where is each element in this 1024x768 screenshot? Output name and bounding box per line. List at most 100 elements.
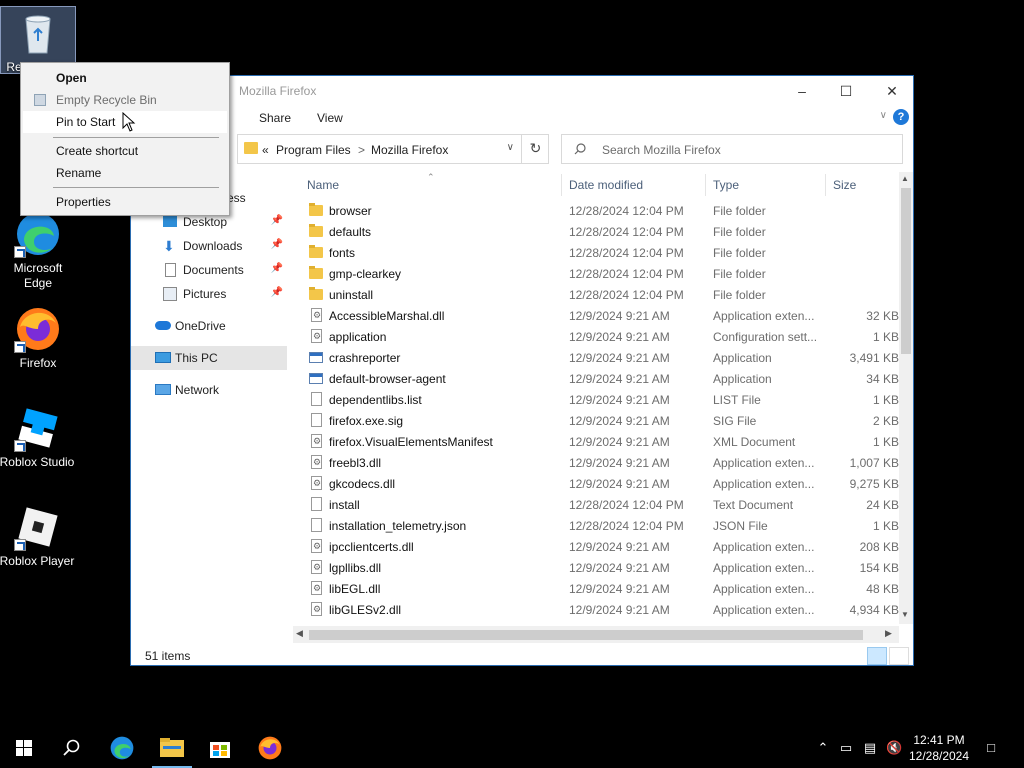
search-input[interactable]: Search Mozilla Firefox — [602, 143, 721, 157]
breadcrumb-mozilla-firefox[interactable]: Mozilla Firefox — [371, 143, 448, 157]
file-row[interactable]: crashreporter 12/9/2024 9:21 AM Applicatio… — [293, 347, 899, 368]
file-row[interactable]: freebl3.dll 12/9/2024 9:21 AM Application … — [293, 452, 899, 473]
file-type: Application exten... — [713, 561, 815, 575]
taskbar-file-explorer[interactable] — [148, 728, 196, 768]
column-header-name[interactable]: Name — [307, 172, 339, 196]
column-header-date[interactable]: Date modified — [569, 172, 643, 196]
file-row[interactable]: firefox.exe.sig 12/9/2024 9:21 AM SIG File… — [293, 410, 899, 431]
taskbar-store[interactable] — [196, 728, 244, 768]
scroll-left-icon[interactable]: ◀ — [296, 628, 303, 639]
file-date: 12/28/2024 12:04 PM — [569, 288, 684, 302]
tab-share[interactable]: Share — [259, 111, 291, 125]
nav-item-label: Downloads — [183, 239, 243, 253]
column-divider[interactable] — [561, 174, 562, 196]
large-icons-view-icon[interactable] — [889, 647, 909, 665]
desktop-icon-roblox-studio[interactable]: Roblox Studio — [0, 404, 76, 470]
start-button[interactable] — [0, 728, 48, 768]
menu-item-label: Empty Recycle Bin — [56, 93, 157, 107]
file-row[interactable]: uninstall 12/28/2024 12:04 PM File folder — [293, 284, 899, 305]
column-header-size[interactable]: Size — [833, 172, 856, 196]
maximize-button[interactable]: ☐ — [823, 76, 869, 106]
file-row[interactable]: dependentlibs.list 12/9/2024 9:21 AM LIST … — [293, 389, 899, 410]
close-button[interactable]: ✕ — [869, 76, 915, 106]
menu-item-create-shortcut[interactable]: Create shortcut — [23, 140, 227, 162]
column-header-type[interactable]: Type — [713, 172, 739, 196]
window-title: Mozilla Firefox — [239, 84, 317, 98]
file-row[interactable]: ipcclientcerts.dll 12/9/2024 9:21 AM Appli… — [293, 536, 899, 557]
file-row[interactable]: lgpllibs.dll 12/9/2024 9:21 AM Application… — [293, 557, 899, 578]
minimize-button[interactable]: – — [779, 76, 825, 106]
details-view-icon[interactable] — [867, 647, 887, 665]
search-icon — [574, 143, 586, 155]
scroll-thumb[interactable] — [309, 630, 863, 640]
show-hidden-icons-icon[interactable]: ⌃ — [815, 740, 831, 756]
file-explorer-window[interactable]: Mozilla Firefox – ☐ ✕ Share View ∨ ? « P… — [130, 75, 914, 666]
file-name: fonts — [329, 246, 356, 260]
search-button[interactable] — [48, 728, 96, 768]
file-row[interactable]: fonts 12/28/2024 12:04 PM File folder — [293, 242, 899, 263]
nav-item-pictures[interactable]: Pictures 📌 — [131, 282, 287, 306]
scroll-thumb[interactable] — [901, 188, 911, 354]
vertical-scrollbar[interactable]: ▲ ▼ — [899, 172, 913, 624]
recycle-bin-icon — [34, 94, 46, 106]
title-bar[interactable]: Mozilla Firefox – ☐ ✕ — [131, 76, 913, 106]
clock-date: 12/28/2024 — [908, 749, 970, 763]
refresh-button[interactable]: ↻ — [521, 134, 549, 164]
scroll-right-icon[interactable]: ▶ — [885, 628, 892, 639]
file-date: 12/9/2024 9:21 AM — [569, 330, 670, 344]
ribbon-expand-icon[interactable]: ∨ — [880, 110, 887, 121]
nav-item-onedrive[interactable]: OneDrive — [131, 314, 287, 338]
address-bar[interactable]: « Program Files > Mozilla Firefox ∨ — [237, 134, 549, 164]
desktop-icon-edge[interactable]: Microsoft Edge — [0, 210, 76, 291]
file-row[interactable]: libGLESv2.dll 12/9/2024 9:21 AM Applicatio… — [293, 599, 899, 620]
file-row[interactable]: defaults 12/28/2024 12:04 PM File folder — [293, 221, 899, 242]
file-row[interactable]: gmp-clearkey 12/28/2024 12:04 PM File fold… — [293, 263, 899, 284]
column-divider[interactable] — [825, 174, 826, 196]
taskbar-edge[interactable] — [98, 728, 146, 768]
file-row[interactable]: install 12/28/2024 12:04 PM Text Document 2… — [293, 494, 899, 515]
file-row[interactable]: AccessibleMarshal.dll 12/9/2024 9:21 AM Ap… — [293, 305, 899, 326]
battery-icon[interactable]: ▭ — [838, 740, 854, 756]
file-size: 32 KB — [866, 309, 899, 323]
menu-item-open[interactable]: Open — [23, 67, 227, 89]
address-dropdown-icon[interactable]: ∨ — [507, 142, 514, 153]
file-size: 9,275 KB — [849, 477, 899, 491]
menu-item-rename[interactable]: Rename — [23, 162, 227, 184]
nav-item-label: Desktop — [183, 215, 228, 229]
notifications-icon[interactable]: □ — [983, 740, 999, 756]
shortcut-arrow-icon — [14, 539, 26, 551]
file-row[interactable]: browser 12/28/2024 12:04 PM File folder — [293, 200, 899, 221]
nav-item-label: Pictures — [183, 287, 227, 301]
help-icon[interactable]: ? — [893, 109, 909, 125]
nav-item-this-pc[interactable]: This PC — [131, 346, 287, 370]
network-status-icon[interactable]: ▤ — [862, 740, 878, 756]
column-divider[interactable] — [705, 174, 706, 196]
file-type: Application exten... — [713, 456, 815, 470]
file-row[interactable]: gkcodecs.dll 12/9/2024 9:21 AM Application… — [293, 473, 899, 494]
file-row[interactable]: libEGL.dll 12/9/2024 9:21 AM Application e… — [293, 578, 899, 599]
recycle-bin-icon — [14, 9, 62, 57]
desktop-icon-firefox[interactable]: Firefox — [0, 305, 76, 371]
file-name: AccessibleMarshal.dll — [329, 309, 445, 323]
nav-item-network[interactable]: Network — [131, 378, 287, 402]
file-row[interactable]: installation_telemetry.json 12/28/2024 12… — [293, 515, 899, 536]
file-row[interactable]: firefox.VisualElementsManifest 12/9/2024 … — [293, 431, 899, 452]
breadcrumb-program-files[interactable]: Program Files — [276, 143, 351, 157]
nav-item-downloads[interactable]: ⬇ Downloads 📌 — [131, 234, 287, 258]
nav-item-documents[interactable]: Documents 📌 — [131, 258, 287, 282]
breadcrumb-overflow[interactable]: « — [262, 143, 269, 157]
menu-item-empty-recycle-bin[interactable]: Empty Recycle Bin — [23, 89, 227, 111]
system-clock[interactable]: 12:41 PM 12/28/2024 — [900, 732, 978, 764]
nav-item-label: OneDrive — [175, 319, 226, 333]
tab-view[interactable]: View — [317, 111, 343, 125]
file-row[interactable]: default-browser-agent 12/9/2024 9:21 AM Ap… — [293, 368, 899, 389]
scroll-up-icon[interactable]: ▲ — [901, 174, 909, 183]
desktop-icon-roblox-player[interactable]: Roblox Player — [0, 503, 76, 569]
scroll-down-icon[interactable]: ▼ — [901, 610, 909, 619]
file-row[interactable]: application 12/9/2024 9:21 AM Configuratio… — [293, 326, 899, 347]
folder-icon — [309, 287, 323, 300]
search-box[interactable]: Search Mozilla Firefox — [561, 134, 903, 164]
horizontal-scrollbar[interactable]: ◀ ▶ — [293, 626, 899, 643]
menu-item-properties[interactable]: Properties — [23, 191, 227, 213]
taskbar-firefox[interactable] — [246, 728, 294, 768]
